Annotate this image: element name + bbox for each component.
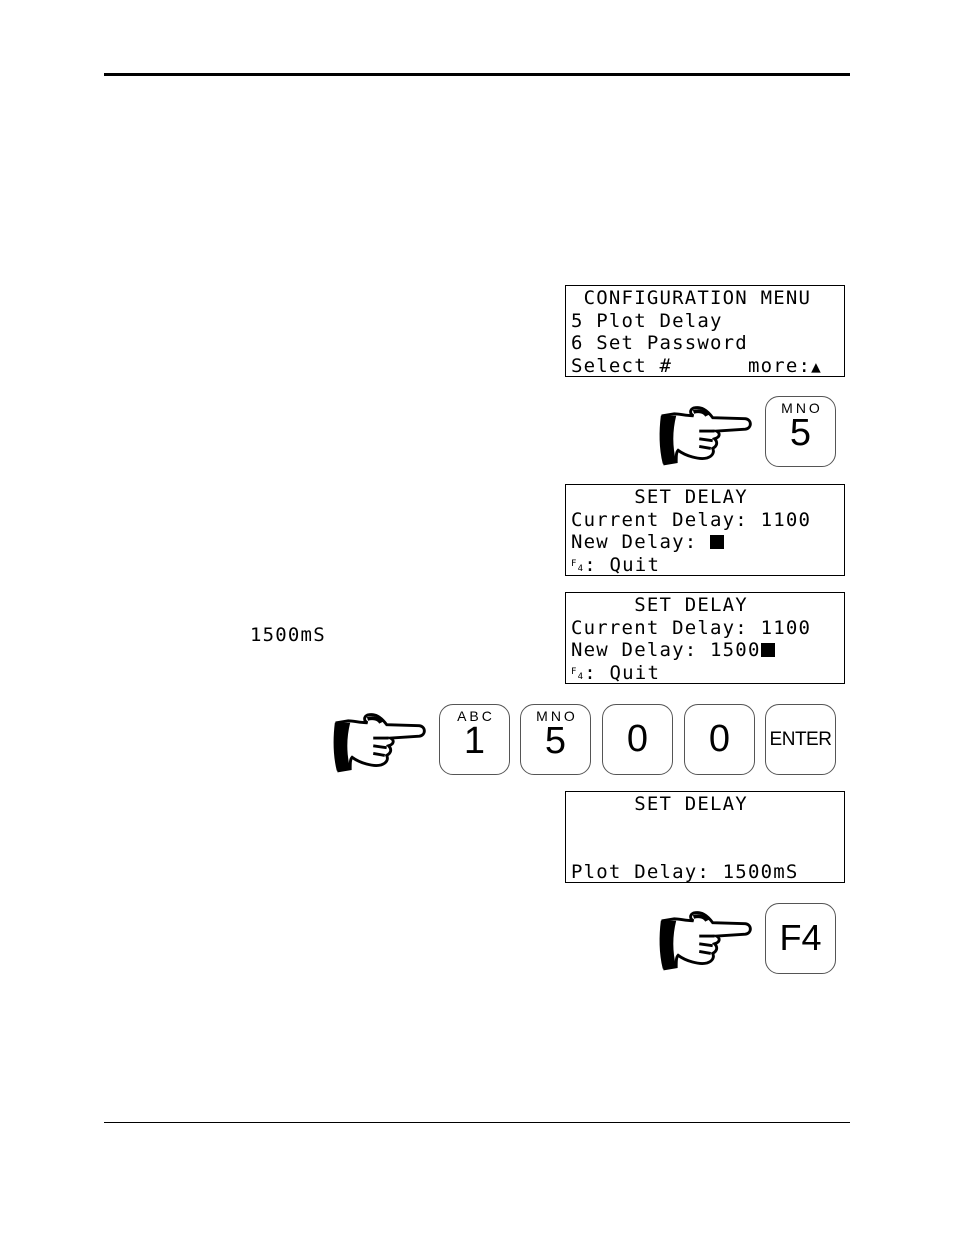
lcd-set-delay-result: SET DELAY Plot Delay: 1500mS [565,791,845,883]
new-delay-line: New Delay: 1500 [571,639,844,662]
key-label: ENTER [769,729,832,750]
cursor-block [710,535,725,549]
key-digit: 5 [544,720,567,762]
lcd-set-delay-empty: SET DELAY Current Delay: 1100 New Delay:… [565,484,845,576]
pointing-hand-icon [333,713,426,773]
lcd-set-delay-typed: SET DELAY Current Delay: 1100 New Delay:… [565,592,845,684]
key-digit: 0 [708,718,731,760]
footer-rule [104,1122,850,1123]
lcd-configuration-menu: CONFIGURATION MENU 5 Plot Delay 6 Set Pa… [565,285,845,377]
pointing-hand-icon [659,911,752,971]
fkey-label: F [571,666,578,677]
lcd-title: CONFIGURATION MENU [571,287,812,309]
new-delay-value: 1500 [710,639,761,661]
quit-label: : Quit [584,553,661,576]
fkey-label: F [571,558,578,569]
pointing-hand-icon [659,406,752,466]
key-digit: 5 [789,412,812,454]
key-5-mno[interactable]: MNO 5 [765,396,836,467]
quit-hint: F4: Quit [571,554,844,577]
plot-delay-result: Plot Delay: 1500mS [571,860,799,883]
quit-label: : Quit [584,661,661,684]
key-0[interactable]: 0 [602,704,673,775]
up-arrow-icon: ▲ [811,356,822,376]
lcd-title: SET DELAY [571,486,748,508]
key-digit: 0 [626,718,649,760]
key-0[interactable]: 0 [684,704,755,775]
new-delay-label: New Delay: [571,639,711,661]
lcd-title: SET DELAY [571,793,748,815]
key-enter[interactable]: ENTER [765,704,836,775]
key-1-abc[interactable]: ABC 1 [439,704,510,775]
key-digit: 1 [463,720,486,762]
new-delay-line: New Delay: [571,531,844,554]
current-delay: Current Delay: 1100 [571,616,812,639]
current-delay: Current Delay: 1100 [571,508,812,531]
select-prompt: Select # more: [571,354,812,377]
menu-item-set-password: 6 Set Password [571,332,748,354]
quit-hint: F4: Quit [571,662,844,685]
key-5-mno[interactable]: MNO 5 [520,704,591,775]
lcd-title: SET DELAY [571,594,748,616]
lcd-prompt-line: Select # more:▲ [571,355,844,378]
key-f4[interactable]: F4 [765,903,836,974]
cursor-block [760,643,775,657]
header-rule [104,73,850,76]
menu-item-plot-delay: 5 Plot Delay [571,309,723,332]
key-label: F4 [779,917,822,958]
new-delay-label: New Delay: [571,531,711,553]
margin-note-value: 1500mS [250,624,326,646]
